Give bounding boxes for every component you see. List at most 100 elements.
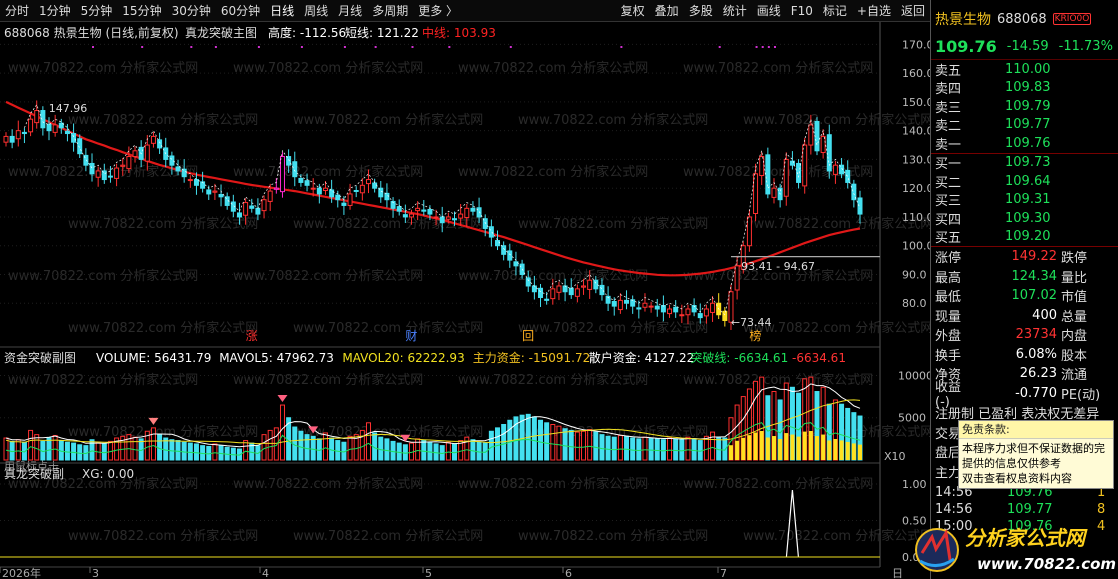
candle-body xyxy=(648,305,654,308)
candle-body xyxy=(544,298,550,301)
candle-body xyxy=(507,250,513,261)
fund-bar xyxy=(808,431,813,460)
fund-bar xyxy=(759,431,764,460)
stat-label: 最高 xyxy=(935,270,962,286)
orderbook-price: 109.73 xyxy=(1005,155,1051,171)
orderbook-label: 买二 xyxy=(935,175,962,191)
tool-button-2[interactable]: 多股 xyxy=(684,2,718,19)
y-tick-label: 110.0 xyxy=(902,211,930,224)
candle-body xyxy=(95,170,101,178)
candle-body xyxy=(464,207,470,219)
watermark-text: www.70822.com 分析家公式网 xyxy=(458,164,648,180)
volume-bar xyxy=(630,437,636,461)
tool-button-5[interactable]: F10 xyxy=(786,4,818,18)
stat-label-2: PE(动) xyxy=(1061,387,1101,403)
candle-body xyxy=(279,156,285,193)
stat-row: 现量 400 总量 xyxy=(931,306,1118,326)
tab-period-3[interactable]: 15分钟 xyxy=(117,2,166,19)
watermark-text: www.70822.com 分析家公式网 xyxy=(518,528,708,544)
volume-bar xyxy=(378,436,384,461)
stat-row: 涨停 149.22 跌停 xyxy=(931,247,1118,267)
volume-bar xyxy=(230,447,236,461)
watermark-text: www.70822.com 分析家公式网 xyxy=(518,320,708,336)
candle-body xyxy=(286,156,292,166)
candle-body xyxy=(679,314,685,317)
candle-body xyxy=(304,180,310,186)
watermark-text: www.70822.com 分析家公式网 xyxy=(68,424,258,440)
candle-body xyxy=(64,130,70,135)
candle-body xyxy=(501,245,507,255)
tool-button-3[interactable]: 统计 xyxy=(718,2,752,19)
sub1-value: 主力资金: -15091.72 xyxy=(473,350,590,365)
tab-period-10[interactable]: 更多 〉 xyxy=(413,2,463,19)
candle-body xyxy=(3,135,9,143)
candle-body xyxy=(703,308,709,317)
volume-marker xyxy=(277,395,288,403)
stat-label-2: 市值 xyxy=(1061,290,1088,306)
volume-bar xyxy=(304,434,310,461)
volume-bar xyxy=(384,438,390,461)
volume-bar xyxy=(292,426,298,461)
watermark-text: www.70822.com 分析家公式网 xyxy=(293,112,483,128)
stat-row: 外盘 23734 内盘 xyxy=(931,325,1118,345)
volume-bar xyxy=(691,438,697,461)
candle-body xyxy=(335,194,341,201)
kr-badge: KRIO0O xyxy=(1052,13,1092,25)
fund-bar xyxy=(814,436,819,460)
tab-period-8[interactable]: 月线 xyxy=(333,2,367,19)
candle-body xyxy=(21,131,27,135)
watermark-text: www.70822.com 分析家公式网 xyxy=(518,216,708,232)
tab-period-0[interactable]: 分时 xyxy=(0,2,34,19)
kline-chart[interactable]: www.70822.com 分析家公式网 www.70822.com 分析家公式网… xyxy=(0,22,930,579)
stat-label-2: 股本 xyxy=(1061,348,1088,364)
period-tabs: 分时 1分钟 5分钟 15分钟 30分钟 60分钟 日线 周线 月线 多周期 更多 〉 xyxy=(0,2,463,19)
tool-button-4[interactable]: 画线 xyxy=(752,2,786,19)
fund-bar xyxy=(839,440,844,460)
tab-period-9[interactable]: 多周期 xyxy=(367,2,413,19)
tab-period-1[interactable]: 1分钟 xyxy=(34,2,76,19)
watermark-text: www.70822.com 分析家公式网 xyxy=(68,112,258,128)
tab-period-4[interactable]: 30分钟 xyxy=(167,2,216,19)
sub1-value: MAVOL5: 47962.73 xyxy=(219,351,334,365)
volume-bar xyxy=(507,419,513,461)
volume-bar xyxy=(322,432,328,461)
stat-value: 26.23 xyxy=(1019,366,1057,382)
signal-dot xyxy=(767,46,770,48)
volume-bar xyxy=(636,438,642,461)
stock-code: 688068 xyxy=(997,11,1047,27)
tooltip-line: 本程序力求但不保证数据的完 xyxy=(962,442,1105,455)
volume-bar xyxy=(200,445,206,461)
volume-bar xyxy=(3,437,9,461)
tool-button-7[interactable]: +自选 xyxy=(852,2,896,19)
tooltip-body: 本程序力求但不保证数据的完 提供的信息仅供参考 双击查看权息资料内容 xyxy=(959,439,1113,488)
orderbook-price: 109.83 xyxy=(1005,80,1051,96)
sub1-value: 突破线: -6634.61 xyxy=(690,350,788,365)
candle-body xyxy=(249,205,255,209)
candle-body xyxy=(40,110,46,129)
volume-bar xyxy=(648,437,654,461)
orderbook-price: 109.31 xyxy=(1005,192,1051,208)
tool-button-1[interactable]: 叠加 xyxy=(650,2,684,19)
tool-button-6[interactable]: 标记 xyxy=(818,2,852,19)
watermark-text: www.70822.com 分析家公式网 xyxy=(293,528,483,544)
fund-bar xyxy=(851,443,856,460)
orderbook-label: 卖三 xyxy=(935,100,962,116)
candle-body xyxy=(808,124,814,146)
tool-button-8[interactable]: 返回 xyxy=(896,2,930,19)
tab-period-7[interactable]: 周线 xyxy=(299,2,333,19)
candle-body xyxy=(353,189,359,192)
candle-body xyxy=(187,179,193,182)
candle-body xyxy=(814,120,820,152)
candle-body xyxy=(218,194,224,198)
candle-body xyxy=(89,162,95,175)
candle-body xyxy=(58,122,64,129)
volume-bar xyxy=(187,442,193,461)
volume-bar xyxy=(611,436,617,461)
y-tick-label: 130.0 xyxy=(902,153,930,166)
tab-period-2[interactable]: 5分钟 xyxy=(76,2,118,19)
tool-button-0[interactable]: 复权 xyxy=(616,2,650,19)
y-tick-label: 90.0 xyxy=(902,268,927,281)
tab-period-6[interactable]: 日线 xyxy=(265,2,299,19)
indicator-value: 中线: 103.93 xyxy=(422,25,496,40)
tab-period-5[interactable]: 60分钟 xyxy=(216,2,265,19)
